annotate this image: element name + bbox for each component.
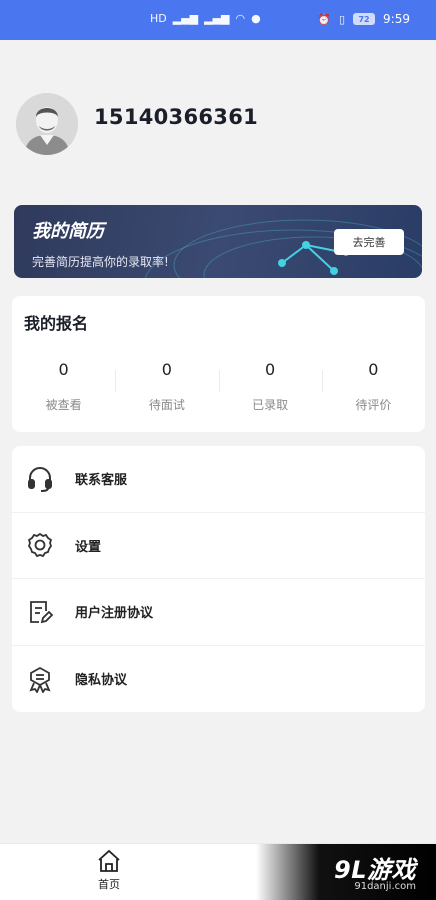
- menu-label: 联系客服: [75, 473, 128, 489]
- signal-5g-icon: ▂▄▆: [172, 12, 199, 25]
- stat-viewed[interactable]: 0 被查看: [12, 358, 115, 414]
- menu-label: 隐私协议: [75, 673, 128, 689]
- privacy-badge-icon: [26, 665, 54, 693]
- stat-label: 待面试: [148, 398, 185, 412]
- menu-label: 用户注册协议: [75, 606, 154, 622]
- stat-admitted[interactable]: 0 已录取: [218, 358, 322, 414]
- stat-label: 被查看: [45, 398, 82, 412]
- home-icon: [98, 849, 120, 872]
- user-avatar-icon: [16, 93, 78, 155]
- menu-card: 联系客服 设置 用户注册协议 隐私协议: [12, 446, 425, 712]
- stat-label: 已录取: [252, 398, 289, 412]
- stat-value: 0: [368, 360, 379, 379]
- headset-icon: [26, 465, 54, 493]
- phone-number: 15140366361: [94, 105, 259, 129]
- status-indicators: HD ▂▄▆ ▂▄▆ ◠ ●: [150, 12, 261, 25]
- watermark: 9L游戏 91danji.com: [256, 844, 436, 900]
- signup-stats: 0 被查看 0 待面试 0 已录取 0 待评价: [12, 358, 425, 414]
- stat-interview[interactable]: 0 待面试: [115, 358, 218, 414]
- alarm-icon: ⏰: [317, 12, 331, 26]
- tab-home[interactable]: 首页: [84, 849, 134, 897]
- menu-item-user-agreement[interactable]: 用户注册协议: [12, 579, 425, 646]
- signal-4g-icon: ▂▄▆: [204, 12, 230, 25]
- battery-icon: 72: [353, 13, 376, 25]
- watermark-url: 91danji.com: [354, 881, 416, 892]
- home-label: 首页: [98, 878, 120, 891]
- menu-item-settings[interactable]: 设置: [12, 513, 425, 579]
- stat-value: 0: [161, 360, 172, 379]
- menu-item-customer-service[interactable]: 联系客服: [12, 446, 425, 513]
- status-time: 9:59: [383, 12, 410, 26]
- hd-indicator: HD: [150, 12, 167, 25]
- stat-label: 待评价: [355, 398, 392, 412]
- complete-resume-button[interactable]: 去完善: [334, 229, 404, 255]
- status-bar: HD ▂▄▆ ▂▄▆ ◠ ● ⏰ ▯ 72 9:59: [0, 0, 436, 40]
- profile-header[interactable]: 15140366361: [16, 92, 416, 156]
- wifi-icon: ◠: [235, 12, 246, 25]
- watermark-logo: 9L游戏: [334, 856, 416, 884]
- menu-item-privacy-policy[interactable]: 隐私协议: [12, 646, 425, 713]
- menu-label: 设置: [75, 539, 102, 555]
- bottom-nav: 首页 9L游戏 91danji.com: [0, 843, 436, 900]
- stat-value: 0: [58, 360, 69, 379]
- vibrate-icon: ▯: [338, 12, 346, 26]
- resume-card[interactable]: 我的简历 完善简历提高你的录取率! 去完善: [14, 205, 422, 278]
- document-edit-icon: [26, 598, 54, 626]
- gear-icon: [26, 531, 54, 559]
- signup-card: 我的报名 0 被查看 0 待面试 0 已录取 0 待评价: [12, 296, 425, 432]
- signup-title: 我的报名: [24, 314, 89, 333]
- stat-to-review[interactable]: 0 待评价: [321, 358, 425, 414]
- avatar[interactable]: [16, 93, 78, 155]
- qq-icon: ●: [251, 12, 261, 25]
- resume-subtitle: 完善简历提高你的录取率!: [32, 255, 169, 269]
- resume-title: 我的简历: [32, 221, 104, 242]
- status-right: ⏰ ▯ 72 9:59: [317, 12, 410, 26]
- stat-value: 0: [265, 360, 276, 379]
